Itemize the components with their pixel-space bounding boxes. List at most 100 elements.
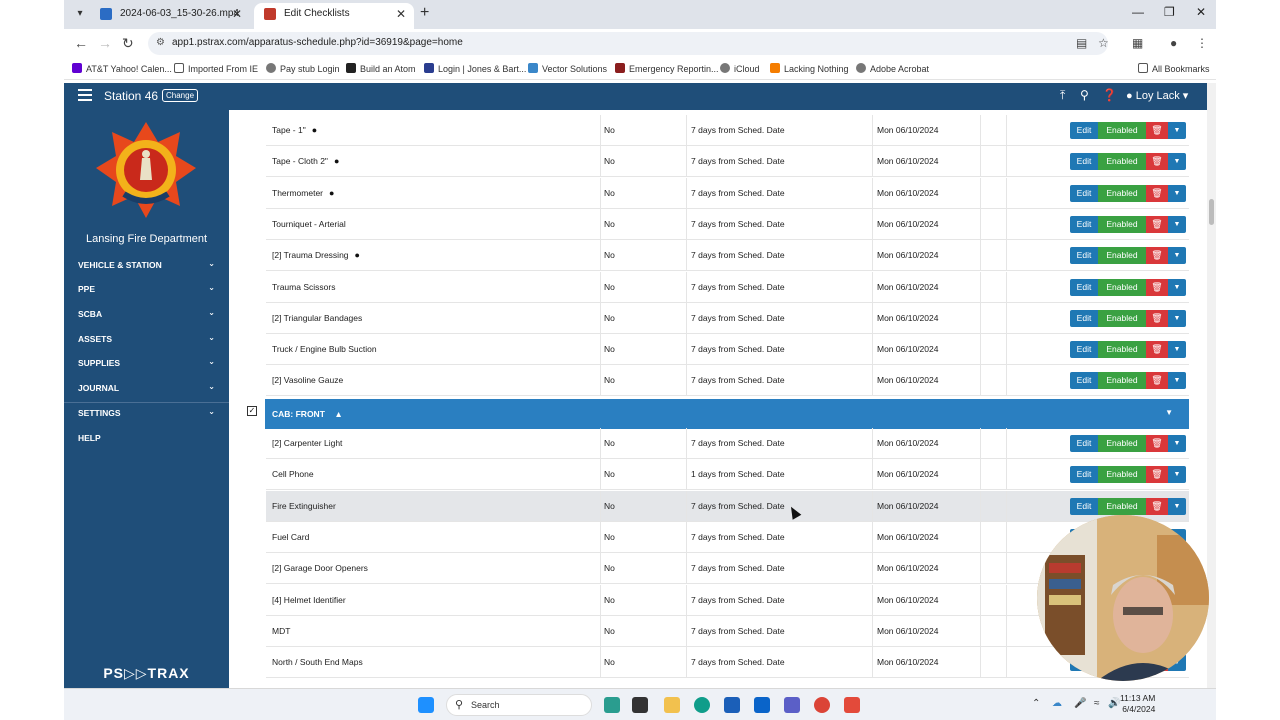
- sidebar-item-vehicle-station[interactable]: VEHICLE & STATION ⌄: [64, 253, 229, 277]
- caret-down-icon[interactable]: ▼: [1168, 247, 1186, 265]
- caret-down-icon[interactable]: ▼: [1168, 497, 1186, 515]
- tab-video[interactable]: 2024-06-03_15-30-26.mp4 ✕: [90, 3, 250, 29]
- caret-down-icon[interactable]: ▼: [1168, 278, 1186, 296]
- trash-icon[interactable]: 🗑: [1146, 435, 1168, 452]
- bookmark-item[interactable]: Build an Atom: [346, 63, 416, 74]
- sidebar-item-assets[interactable]: ASSETS ⌄: [64, 327, 229, 351]
- caret-down-icon[interactable]: ▼: [1168, 466, 1186, 484]
- bookmark-item[interactable]: Adobe Acrobat: [856, 63, 929, 74]
- enabled-button[interactable]: Enabled: [1098, 122, 1146, 139]
- close-icon[interactable]: ✕: [232, 3, 242, 25]
- more-menu-icon[interactable]: ⋮: [1196, 36, 1208, 50]
- enabled-button[interactable]: Enabled: [1098, 466, 1146, 484]
- enabled-button[interactable]: Enabled: [1098, 215, 1146, 233]
- sidebar-item-help[interactable]: HELP: [64, 426, 229, 450]
- edit-button[interactable]: Edit: [1070, 309, 1098, 327]
- new-tab-icon[interactable]: +: [420, 4, 429, 22]
- comment-icon[interactable]: ●: [355, 240, 360, 271]
- change-station-button[interactable]: Change: [162, 89, 199, 102]
- trash-icon[interactable]: 🗑: [1146, 122, 1168, 139]
- extensions-icon[interactable]: ▦: [1132, 36, 1143, 50]
- edge-icon[interactable]: [694, 697, 710, 713]
- table-row[interactable]: Truck / Engine Bulb Suction No 7 days from…: [266, 334, 1189, 366]
- comment-icon[interactable]: ●: [334, 146, 339, 177]
- sidebar-item-supplies[interactable]: SUPPLIES ⌄: [64, 351, 229, 375]
- enabled-button[interactable]: Enabled: [1098, 372, 1146, 390]
- enabled-button[interactable]: Enabled: [1098, 247, 1146, 265]
- edit-button[interactable]: Edit: [1070, 466, 1098, 484]
- taskbar-clock[interactable]: 11:13 AM 6/4/2024: [1120, 693, 1155, 715]
- bookmark-item[interactable]: AT&T Yahoo! Calen...: [72, 63, 172, 74]
- edit-button[interactable]: Edit: [1070, 184, 1098, 202]
- trash-icon[interactable]: 🗑: [1146, 153, 1168, 171]
- enabled-button[interactable]: Enabled: [1098, 497, 1146, 515]
- table-row[interactable]: [2] Vasoline Gauze No 7 days from Sched. D…: [266, 365, 1189, 397]
- bookmark-item[interactable]: Lacking Nothing: [770, 63, 849, 74]
- table-row[interactable]: Tape - Cloth 2" ● No 7 days from Sched. Dat…: [266, 146, 1189, 178]
- close-window-icon[interactable]: ✕: [1196, 5, 1206, 19]
- minimize-icon[interactable]: —: [1132, 5, 1144, 19]
- screencast-icon[interactable]: [844, 697, 860, 713]
- close-icon[interactable]: ✕: [396, 3, 406, 25]
- chrome-icon[interactable]: [814, 697, 830, 713]
- task-view-icon[interactable]: [632, 697, 648, 713]
- table-row[interactable]: [2] Trauma Dressing ● No 7 days from Sched.…: [266, 240, 1189, 272]
- outlook-icon[interactable]: [754, 697, 770, 713]
- caret-down-icon[interactable]: ▼: [1168, 153, 1186, 171]
- bookmark-item[interactable]: Emergency Reportin...: [615, 63, 719, 74]
- enabled-button[interactable]: Enabled: [1098, 153, 1146, 171]
- scrollbar-thumb[interactable]: [1209, 199, 1214, 225]
- enabled-button[interactable]: Enabled: [1098, 341, 1146, 359]
- table-row[interactable]: Fire Extinguisher No 7 days from Sched. Da…: [266, 490, 1189, 522]
- sidebar-item-journal[interactable]: JOURNAL ⌄: [64, 376, 229, 400]
- copilot-icon[interactable]: [604, 697, 620, 713]
- tab-edit-checklists[interactable]: Edit Checklists ✕: [254, 3, 414, 29]
- caret-down-icon[interactable]: ▼: [1168, 184, 1186, 202]
- taskbar-search[interactable]: ⚲ Search: [446, 694, 592, 716]
- trash-icon[interactable]: 🗑: [1146, 247, 1168, 265]
- profile-icon[interactable]: ●: [1170, 36, 1177, 50]
- trash-icon[interactable]: 🗑: [1146, 215, 1168, 233]
- caret-down-icon[interactable]: ▼: [1168, 309, 1186, 327]
- caret-down-icon[interactable]: ▼: [1168, 341, 1186, 359]
- file-explorer-icon[interactable]: [664, 697, 680, 713]
- caret-down-icon[interactable]: ▼: [1168, 215, 1186, 233]
- trash-icon[interactable]: 🗑: [1146, 497, 1168, 515]
- show-hidden-icon[interactable]: ⌃: [1032, 698, 1040, 709]
- sidebar-item-scba[interactable]: SCBA ⌄: [64, 302, 229, 326]
- enabled-button[interactable]: Enabled: [1098, 309, 1146, 327]
- bookmark-item[interactable]: iCloud: [720, 63, 760, 74]
- edit-button[interactable]: Edit: [1070, 215, 1098, 233]
- bookmark-item[interactable]: Login | Jones & Bart...: [424, 63, 526, 74]
- teams-icon[interactable]: [784, 697, 800, 713]
- section-checkbox[interactable]: ✓: [247, 406, 257, 416]
- site-info-icon[interactable]: ⚙: [156, 37, 165, 48]
- trash-icon[interactable]: 🗑: [1146, 341, 1168, 359]
- table-row[interactable]: Tape - 1" ● No 7 days from Sched. Date Mon 0…: [266, 115, 1189, 146]
- edit-button[interactable]: Edit: [1070, 372, 1098, 390]
- table-row[interactable]: Cell Phone No 1 days from Sched. Date Mon 0…: [266, 459, 1189, 491]
- edit-button[interactable]: Edit: [1070, 153, 1098, 171]
- caret-down-icon[interactable]: ▼: [1168, 372, 1186, 390]
- scroll-top-icon[interactable]: ⤒: [1060, 88, 1065, 103]
- trash-icon[interactable]: 🗑: [1146, 184, 1168, 202]
- caret-down-icon[interactable]: ▼: [1168, 122, 1186, 139]
- section-header-cab-front[interactable]: CAB: FRONT ▲ ▼: [265, 399, 1189, 429]
- caret-down-icon[interactable]: ▼: [1165, 408, 1173, 417]
- hamburger-menu-icon[interactable]: [78, 89, 92, 101]
- table-row[interactable]: [2] Triangular Bandages No 7 days from Sch…: [266, 302, 1189, 334]
- caret-down-icon[interactable]: ▼: [1168, 435, 1186, 452]
- edit-button[interactable]: Edit: [1070, 247, 1098, 265]
- back-icon[interactable]: ←: [74, 35, 88, 51]
- bookmark-star-icon[interactable]: ☆: [1098, 36, 1109, 50]
- bookmark-item[interactable]: Pay stub Login: [266, 63, 340, 74]
- table-row[interactable]: [2] Carpenter Light No 7 days from Sched. …: [266, 428, 1189, 459]
- trash-icon[interactable]: 🗑: [1146, 309, 1168, 327]
- tab-search-icon[interactable]: ▾: [72, 6, 88, 22]
- table-row[interactable]: North / South End Maps No 7 days from Sche…: [266, 647, 1189, 679]
- trash-icon[interactable]: 🗑: [1146, 372, 1168, 390]
- onedrive-icon[interactable]: ☁: [1052, 698, 1062, 709]
- enabled-button[interactable]: Enabled: [1098, 278, 1146, 296]
- table-row[interactable]: Fuel Card No 7 days from Sched. Date Mon 06…: [266, 521, 1189, 553]
- comment-icon[interactable]: ●: [312, 115, 317, 146]
